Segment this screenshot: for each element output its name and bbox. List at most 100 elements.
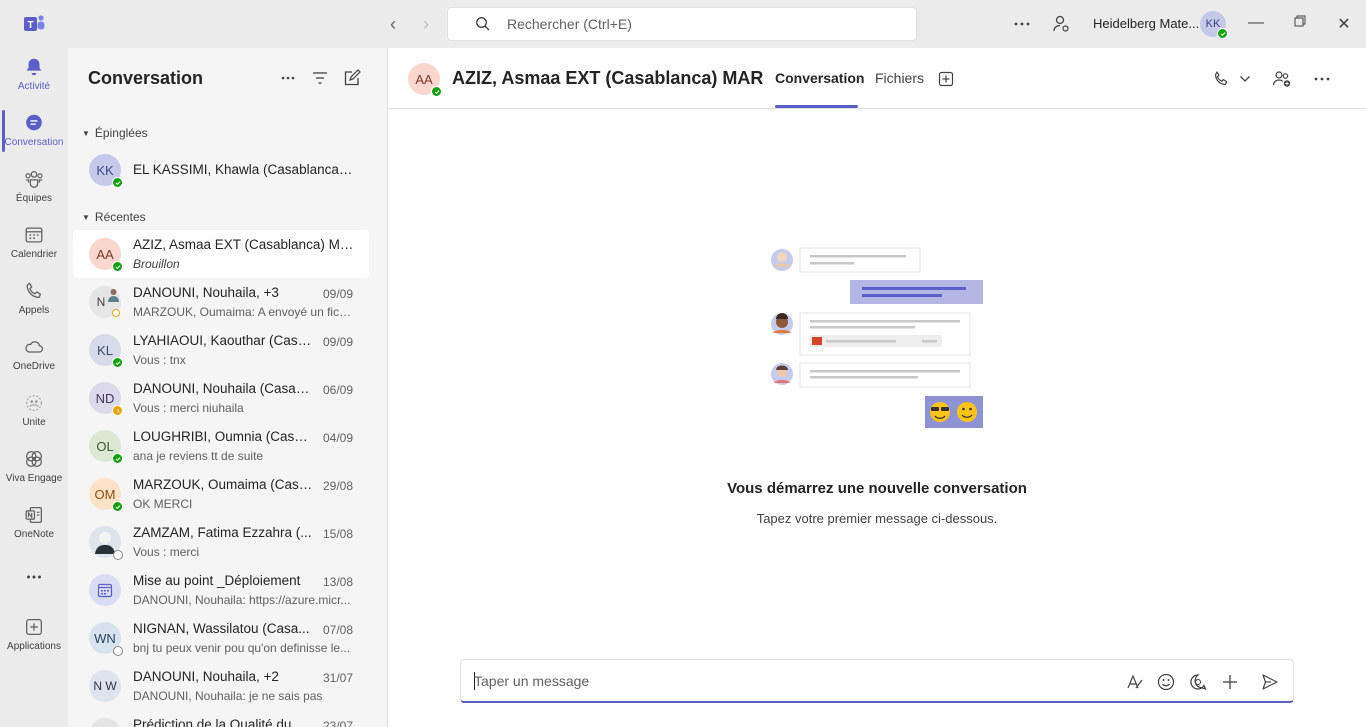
format-icon[interactable] [1124,671,1146,693]
meeting-calendar-icon [97,583,113,598]
chat-avatar[interactable]: AA [408,63,442,97]
add-attachment-icon[interactable] [1219,671,1241,693]
avatar [89,574,121,606]
cloud-icon [25,341,43,353]
more-options-icon[interactable] [1311,68,1333,90]
tab-conversation[interactable]: Conversation [775,70,864,86]
more-options-icon[interactable] [1010,12,1034,36]
avatar: KL [89,334,123,368]
chat-date: 15/08 [322,527,353,541]
unite-icon [26,395,42,411]
add-tab-icon[interactable] [935,68,957,90]
new-chat-icon[interactable] [342,68,362,88]
more-options-icon [27,575,41,579]
chat-name: LOUGHRIBI, Oumnia (Casab... [133,429,313,444]
composer-placeholder: Taper un message [474,673,590,689]
rail-item-viva-engage[interactable]: Viva Engage [0,440,68,494]
people-settings-icon[interactable] [1049,12,1073,36]
rail-item-label: Applications [7,641,61,652]
avatar-initials: N W [93,679,117,693]
more-options-icon[interactable] [278,68,298,88]
tab-files[interactable]: Fichiers [875,70,924,86]
avatar [89,526,123,560]
rail-item-unite[interactable]: Unite [0,384,68,438]
chat-main: AA AZIZ, Asmaa EXT (Casablanca) MAR Conv… [388,48,1366,727]
send-icon[interactable] [1259,671,1281,693]
list-item[interactable]: OL LOUGHRIBI, Oumnia (Casab... 04/09 ana… [73,422,369,470]
chat-date: 31/07 [322,671,353,685]
chat-name: Prédiction de la Qualité du ... [133,717,307,727]
back-arrow-icon[interactable]: ‹ [383,14,403,34]
message-composer[interactable]: Taper un message [460,659,1294,703]
avatar-initials: N [96,295,106,309]
chat-name: NIGNAN, Wassilatou (Casa... [133,621,310,636]
emoji-icon[interactable] [1155,671,1177,693]
rail-item-applications[interactable]: Applications [0,608,68,662]
section-label: Épinglées [94,126,148,140]
forward-arrow-icon[interactable]: › [416,14,436,34]
list-item[interactable]: OM MARZOUK, Oumaima (Casa... 29/08 OK ME… [73,470,369,518]
rail-item-calendar[interactable]: Calendrier [0,216,68,270]
avatar-initials: KK [96,162,114,178]
search-placeholder: Rechercher (Ctrl+E) [507,16,632,32]
list-item[interactable]: N W DANOUNI, Nouhaila, +2 31/07 DANOUNI,… [73,662,369,710]
rail-item-label: OneNote [13,529,55,540]
list-item[interactable]: Prédiction de la Qualité du ... 23/07 [73,710,369,727]
chevron-down-icon: ▼ [82,212,90,222]
chat-name: LYAHIAOUI, Kaouthar (Casa... [133,333,313,348]
rail-item-chat[interactable]: Conversation [0,104,68,158]
chat-preview: OK MERCI [133,497,193,511]
user-avatar[interactable]: KK [1200,11,1228,39]
rail-item-label: Équipes [15,193,53,204]
chat-name: EL KASSIMI, Khawla (Casablanca) ... [133,162,353,177]
chat-icon [26,114,42,131]
title-bar: T ‹ › Rechercher (Ctrl+E) Heidelberg Mat… [0,0,1366,48]
presence-available-icon [112,261,123,272]
meeting-badge-icon [112,309,120,317]
loop-component-icon[interactable] [1187,671,1209,693]
chevron-down-icon[interactable] [1234,68,1256,90]
close-icon[interactable]: ✕ [1334,14,1354,34]
rail-item-onedrive[interactable]: OneDrive [0,328,68,382]
section-recent[interactable]: ▼ Récentes [82,210,146,224]
section-pinned[interactable]: ▼ Épinglées [82,126,148,140]
chat-preview: Brouillon [133,257,180,271]
chat-preview: ana je reviens tt de suite [133,449,264,463]
presence-available-icon [1217,28,1228,39]
avatar: WN [89,622,123,656]
list-item[interactable]: KL LYAHIAOUI, Kaouthar (Casa... 09/09 Vo… [73,326,369,374]
chevron-down-icon: ▼ [82,128,90,138]
chat-preview: DANOUNI, Nouhaila: je ne sais pas [133,689,323,703]
rail-item-onenote[interactable]: OneNote [0,496,68,550]
chat-date: 04/09 [322,431,353,445]
add-people-icon[interactable] [1271,68,1293,90]
chat-date: 09/09 [322,287,353,301]
rail-item-teams[interactable]: Équipes [0,160,68,214]
list-item[interactable]: WN NIGNAN, Wassilatou (Casa... 07/08 bnj… [73,614,369,662]
rail-item-label: Activité [17,81,51,92]
call-phone-icon[interactable] [1210,68,1232,90]
restore-icon[interactable] [1290,14,1310,34]
list-item[interactable]: N DANOUNI, Nouhaila, +3 09/09 MARZOUK, O… [73,278,369,326]
chat-header: AA AZIZ, Asmaa EXT (Casablanca) MAR Conv… [388,48,1366,109]
rail-item-calls[interactable]: Appels [0,272,68,326]
rail-item-activity[interactable]: Activité [0,48,68,102]
filter-icon[interactable] [310,68,330,88]
list-title: Conversation [88,68,204,88]
list-item[interactable]: ND DANOUNI, Nouhaila (Casab... 06/09 Vou… [73,374,369,422]
minimize-icon[interactable]: — [1246,14,1266,34]
add-app-icon [26,619,42,635]
list-item[interactable]: AA AZIZ, Asmaa EXT (Casablanca) MAR Brou… [73,230,369,278]
chat-name: AZIZ, Asmaa EXT (Casablanca) MAR [133,237,358,252]
svg-text:T: T [27,20,33,31]
rail-more-apps[interactable] [0,558,68,594]
empty-state-title: Vous démarrez une nouvelle conversation [727,480,1027,497]
person-photo-icon [108,289,119,302]
organization-name[interactable]: Heidelberg Mate... [1093,16,1199,31]
search-input[interactable]: Rechercher (Ctrl+E) [447,7,917,41]
list-item[interactable]: KK EL KASSIMI, Khawla (Casablanca) ... [73,146,369,194]
avatar: ND [89,382,123,416]
list-item[interactable]: ZAMZAM, Fatima Ezzahra (... 15/08 Vous :… [73,518,369,566]
list-item[interactable]: Mise au point _Déploiement 13/08 DANOUNI… [73,566,369,614]
avatar: OM [89,478,123,512]
